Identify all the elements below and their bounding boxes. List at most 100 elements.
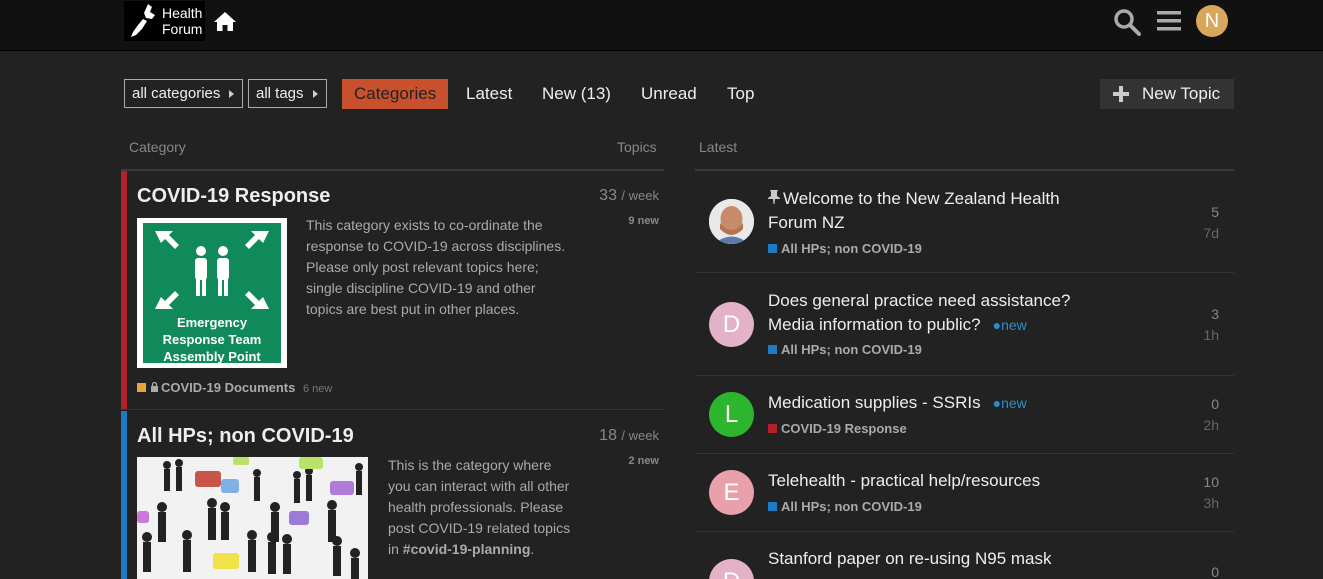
current-user-avatar[interactable]: N [1196,5,1228,37]
tag-filter-dropdown[interactable]: all tags [248,79,327,108]
nav-latest[interactable]: Latest [454,79,524,109]
topic-category[interactable]: All HPs; non COVID-19 [768,342,922,357]
topic-category[interactable]: All HPs; non COVID-19 [768,241,922,256]
site-header: Health Forum N [0,0,1323,51]
topic-title-text: Telehealth - practical help/resources [768,471,1041,490]
hamburger-menu-icon[interactable] [1157,10,1181,32]
nz-map-icon [131,4,155,37]
subcategory-name: COVID-19 Documents [161,380,296,395]
nav-categories[interactable]: Categories [342,79,449,109]
reply-count: 0 [1211,564,1219,579]
topic-title[interactable]: Medication supplies - SSRIs ●new [768,391,1098,415]
home-icon[interactable] [213,10,237,32]
activity-age[interactable]: 3h [1203,495,1219,511]
reply-count: 5 [1211,204,1219,220]
topic-category[interactable]: COVID-19 Response [768,421,907,436]
user-avatar[interactable]: L [709,392,754,437]
plus-icon [1113,86,1129,102]
topic-row[interactable]: E Telehealth - practical help/resources … [695,455,1234,532]
topic-count: 33 / week [599,187,659,205]
topic-title[interactable]: Does general practice need assistance? M… [768,289,1098,337]
topic-row[interactable]: D Stanford paper on re-using N95 mask 0 [695,533,1234,579]
caret-right-icon [229,90,234,98]
sign-line-2: Response Team [162,332,262,347]
topics-column-header: Topics [617,139,657,155]
site-logo[interactable]: Health Forum [124,1,205,41]
lock-icon [151,381,158,392]
topic-title[interactable]: Stanford paper on re-using N95 mask [768,547,1098,571]
subcategory-link[interactable]: COVID-19 Documents 6 new [137,380,332,395]
category-description: This category exists to co-ordinate the … [306,217,566,317]
category-color-bar [121,411,127,579]
sign-line-3: Assembly Point [163,349,261,364]
category-color-square [768,345,777,354]
new-topic-button[interactable]: New Topic [1100,79,1234,109]
logo-text-2: Forum [162,21,203,37]
category-row: All HPs; non COVID-19 18 / week 2 new Th… [121,411,664,579]
user-avatar[interactable]: D [709,302,754,347]
category-title[interactable]: All HPs; non COVID-19 [137,425,354,448]
category-color-square [768,424,777,433]
nav-new[interactable]: New (13) [530,79,623,109]
user-avatar[interactable]: E [709,470,754,515]
new-badge-label: new [1001,395,1027,411]
description-category-link[interactable]: #covid-19-planning [403,541,531,557]
topic-title-text: Welcome to the New Zealand Health Forum … [768,189,1060,232]
topic-category-name: COVID-19 Response [781,421,907,436]
category-image[interactable]: Emergency Response Team Assembly Point [137,218,287,368]
search-icon[interactable] [1113,8,1141,36]
category-column-header: Category [129,139,186,155]
sign-line-1: Emergency [176,315,248,330]
nav-unread[interactable]: Unread [629,79,709,109]
activity-age[interactable]: 2h [1203,417,1219,433]
topic-category-name: All HPs; non COVID-19 [781,241,922,256]
activity-age[interactable]: 7d [1203,225,1219,241]
description-end: . [530,541,535,557]
new-badge-label: new [1001,317,1027,333]
topic-category[interactable]: All HPs; non COVID-19 [768,499,922,514]
reply-count: 10 [1203,474,1219,490]
topic-count-value: 18 [599,427,617,444]
user-photo-icon [709,199,754,244]
new-badge[interactable]: ●new [993,317,1027,333]
new-badge[interactable]: ●new [993,395,1027,411]
category-color-bar [121,171,127,409]
topic-count: 18 / week [599,427,659,445]
category-filter-label: all categories [132,85,221,102]
caret-right-icon [313,90,318,98]
topic-title-text: Stanford paper on re-using N95 mask [768,549,1052,568]
reply-count: 0 [1211,396,1219,412]
category-color-square [768,502,777,511]
new-topic-label: New Topic [1142,84,1221,103]
reply-count: 3 [1211,306,1219,322]
latest-column-header: Latest [699,139,738,155]
category-filter-dropdown[interactable]: all categories [124,79,243,108]
subcategory-new-count: 6 new [303,383,333,395]
nav-top[interactable]: Top [715,79,766,109]
topic-count-period: / week [621,188,659,203]
topic-row[interactable]: L Medication supplies - SSRIs ●new COVID-… [695,377,1234,454]
topic-title-text: Medication supplies - SSRIs [768,393,981,412]
category-title[interactable]: COVID-19 Response [137,185,330,208]
subcategory-color-square [137,383,146,392]
tag-filter-label: all tags [256,85,304,102]
topic-row[interactable]: Welcome to the New Zealand Health Forum … [695,171,1234,273]
topic-count-value: 33 [599,187,617,204]
category-color-square [768,244,777,253]
user-avatar[interactable]: D [709,559,754,579]
logo-text-1: Health [162,5,203,21]
assembly-point-icon [155,231,269,309]
new-count[interactable]: 2 new [628,455,659,467]
topic-row[interactable]: D Does general practice need assistance?… [695,274,1234,376]
category-image[interactable] [137,457,368,579]
pin-icon [768,190,780,204]
user-avatar[interactable] [709,199,754,244]
topic-category-name: All HPs; non COVID-19 [781,499,922,514]
topic-title[interactable]: Telehealth - practical help/resources [768,469,1098,493]
topic-title[interactable]: Welcome to the New Zealand Health Forum … [768,187,1098,235]
category-description: This is the category where you can inter… [388,455,573,560]
topic-category-name: All HPs; non COVID-19 [781,342,922,357]
activity-age[interactable]: 1h [1203,327,1219,343]
new-count[interactable]: 9 new [628,215,659,227]
topic-count-period: / week [621,428,659,443]
